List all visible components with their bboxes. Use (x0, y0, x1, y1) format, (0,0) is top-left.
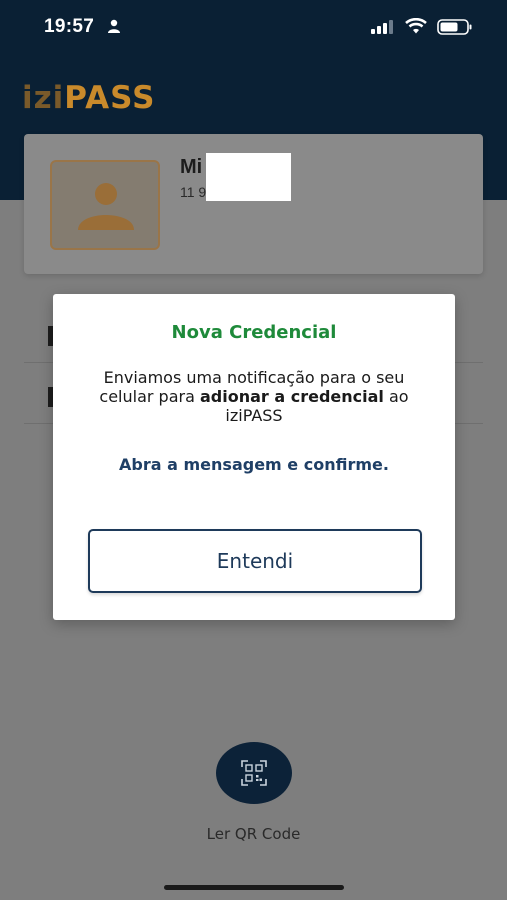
battery-icon (437, 19, 472, 35)
person-icon (108, 19, 120, 33)
redaction-block (206, 153, 291, 201)
new-credential-dialog: Nova Credencial Enviamos uma notificação… (53, 294, 455, 620)
user-icon (78, 183, 134, 230)
understood-button[interactable]: Entendi (88, 529, 422, 593)
profile-name: Mi (180, 156, 203, 178)
wifi-icon (405, 18, 427, 34)
dialog-instruction: Abra a mensagem e confirme. (119, 455, 389, 474)
logo-prefix: izi (22, 80, 65, 116)
dialog-message-bold: adionar a credencial (199, 387, 384, 406)
status-time: 19:57 (44, 16, 95, 37)
status-bar: 19:57 (0, 0, 507, 56)
profile-card: Mi 11 9 (24, 134, 483, 274)
qr-code-label: Ler QR Code (206, 825, 301, 843)
signal-icon (371, 20, 393, 34)
profile-phone: 11 9 (180, 184, 207, 200)
logo-suffix: PASS (64, 80, 156, 116)
dialog-title: Nova Credencial (171, 322, 337, 343)
qr-scan-icon (241, 760, 267, 786)
home-indicator[interactable] (164, 885, 344, 890)
dialog-message: Enviamos uma notificação para o seu celu… (83, 368, 425, 425)
app-logo: iziPASS (22, 80, 155, 116)
qr-code-button[interactable] (216, 742, 292, 804)
avatar (50, 160, 160, 250)
